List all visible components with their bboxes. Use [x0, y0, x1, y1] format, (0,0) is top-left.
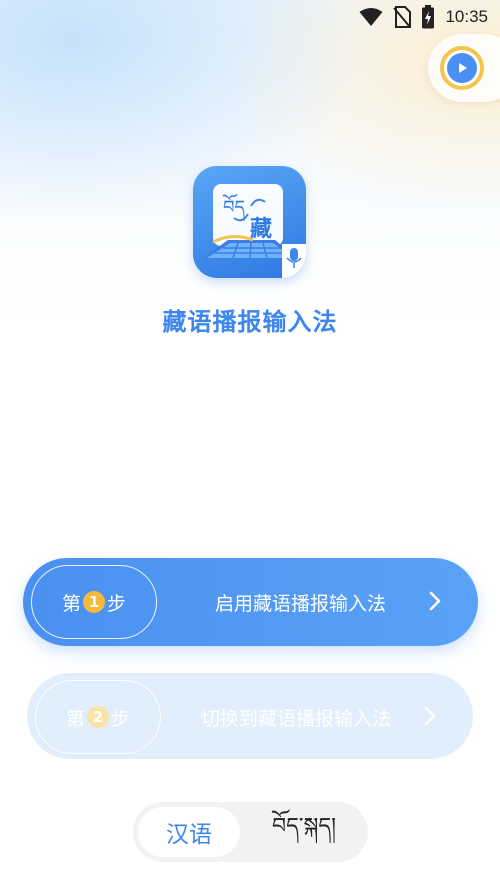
play-icon — [447, 53, 477, 83]
floating-play-button[interactable] — [440, 46, 484, 90]
step-2-suffix: 步 — [111, 707, 131, 730]
language-option-tibetan[interactable]: བོད་སྐད། — [243, 807, 365, 857]
status-icons: 10:35 — [359, 5, 488, 29]
language-option-chinese[interactable]: 汉语 — [138, 807, 240, 857]
app-logo-chinese: 藏 — [250, 217, 273, 242]
battery-charging-icon — [422, 5, 435, 29]
step-1-suffix: 步 — [107, 592, 127, 615]
clock: 10:35 — [445, 7, 488, 26]
app-logo: བོད 藏 — [193, 166, 306, 278]
wifi-icon — [359, 8, 383, 26]
chevron-right-icon — [429, 591, 441, 611]
step-2-prefix: 第 — [65, 707, 85, 730]
step-2-label: 切换到藏语播报输入法 — [200, 708, 391, 730]
step-1-prefix: 第 — [61, 592, 81, 615]
step-2-button[interactable]: 第 2 步 切换到藏语播报输入法 — [27, 673, 473, 759]
language-switch: 汉语 བོད་སྐད། — [133, 802, 368, 862]
chevron-right-icon — [424, 706, 436, 726]
status-bar: 10:35 — [0, 0, 500, 34]
step-2-badge: 第 2 步 — [35, 680, 161, 754]
app-title: 藏语播报输入法 — [162, 308, 338, 336]
step-1-number: 1 — [83, 591, 105, 613]
app-logo-tibetan: བོད — [223, 197, 245, 218]
step-1-label: 启用藏语播报输入法 — [214, 593, 386, 615]
step-2-number: 2 — [87, 706, 109, 728]
no-sim-icon — [393, 6, 412, 28]
step-1-button[interactable]: 第 1 步 启用藏语播报输入法 — [23, 558, 478, 646]
step-1-badge: 第 1 步 — [31, 565, 157, 639]
